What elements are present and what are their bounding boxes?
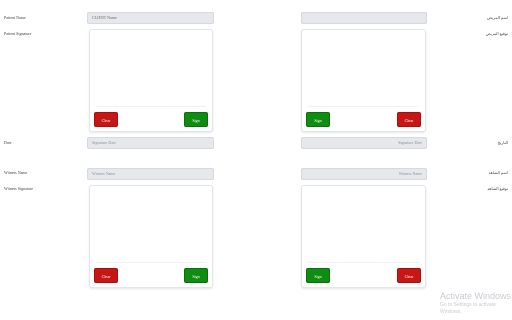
patient-name-field[interactable]: CLIENT Name <box>87 12 214 24</box>
patient-name-label-ar: اسم المريض <box>487 15 508 20</box>
signature-date-placeholder: Signature Date <box>92 140 116 145</box>
patient-signature-pad-ar[interactable]: Sign Clear <box>301 29 426 132</box>
date-label-ar: التاريخ <box>497 140 508 145</box>
witness-sign-button-ar[interactable]: Sign <box>306 268 330 283</box>
patient-name-label: Patient Name <box>4 15 26 20</box>
date-label: Date <box>4 140 12 145</box>
patient-name-field-ar[interactable] <box>301 12 427 24</box>
patient-name-value: CLIENT Name <box>92 15 117 20</box>
patient-signature-pad[interactable]: Clear Sign <box>89 29 213 132</box>
witness-signature-pad[interactable]: Clear Sign <box>89 185 213 288</box>
patient-signature-canvas-ar[interactable] <box>308 36 419 107</box>
patient-sign-button[interactable]: Sign <box>184 112 208 127</box>
witness-sign-button[interactable]: Sign <box>184 268 208 283</box>
signature-date-field[interactable]: Signature Date <box>87 137 214 149</box>
witness-signature-label: Witness Signature <box>4 186 34 191</box>
patient-signature-label: Patient Signature <box>4 31 32 36</box>
signature-date-placeholder-ar: Signature Date <box>398 140 422 145</box>
patient-sign-button-ar[interactable]: Sign <box>306 112 330 127</box>
witness-name-label: Witness Name <box>4 170 28 175</box>
witness-name-label-ar: اسم الشاهد <box>488 170 508 175</box>
witness-clear-button[interactable]: Clear <box>94 268 118 283</box>
activate-windows-watermark: Activate Windows Go to Settings to activ… <box>440 291 512 316</box>
signature-date-field-ar[interactable]: Signature Date <box>301 137 427 149</box>
patient-signature-label-ar: توقيع المريض <box>485 31 508 36</box>
witness-name-placeholder: Witness Name <box>92 171 116 176</box>
watermark-title: Activate Windows <box>440 291 512 301</box>
witness-name-placeholder-ar: Witness Name <box>398 171 422 176</box>
patient-signature-canvas[interactable] <box>96 36 206 107</box>
witness-name-field-ar[interactable]: Witness Name <box>301 168 427 180</box>
patient-clear-button-ar[interactable]: Clear <box>397 112 421 127</box>
witness-signature-label-ar: توقيع الشاهد <box>487 186 508 191</box>
witness-signature-pad-ar[interactable]: Sign Clear <box>301 185 426 288</box>
watermark-subtitle: Go to Settings to activate Windows. <box>440 302 496 315</box>
patient-clear-button[interactable]: Clear <box>94 112 118 127</box>
witness-signature-canvas-ar[interactable] <box>308 192 419 263</box>
witness-clear-button-ar[interactable]: Clear <box>397 268 421 283</box>
witness-signature-canvas[interactable] <box>96 192 206 263</box>
witness-name-field[interactable]: Witness Name <box>87 168 214 180</box>
